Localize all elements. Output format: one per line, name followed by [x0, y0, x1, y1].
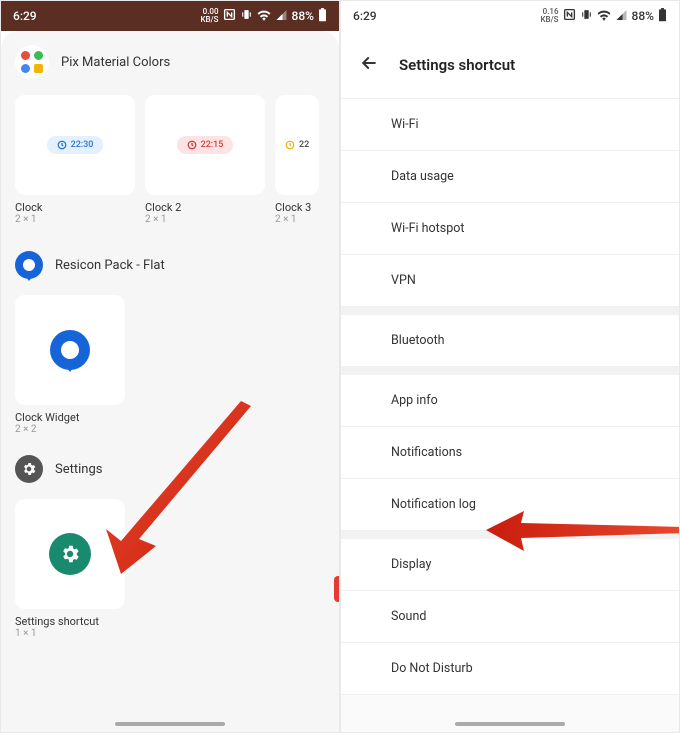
- settings-header: Settings shortcut: [341, 31, 679, 99]
- nav-handle[interactable]: [455, 722, 565, 726]
- list-item-app-info[interactable]: App info: [341, 375, 679, 427]
- battery-icon: [658, 8, 667, 25]
- resicon-large: [50, 330, 90, 370]
- battery-text: 88%: [632, 9, 654, 23]
- widget-clockwidget[interactable]: [15, 295, 125, 405]
- list-item-wifi-hotspot[interactable]: Wi-Fi hotspot: [341, 203, 679, 255]
- list-item-bluetooth[interactable]: Bluetooth: [341, 315, 679, 367]
- list-item-notification-log[interactable]: Notification log: [341, 479, 679, 531]
- wifi-icon: [257, 9, 271, 24]
- battery-icon: [318, 8, 327, 25]
- list-item-wifi[interactable]: Wi-Fi: [341, 99, 679, 151]
- widget-dim: 2 × 1: [15, 214, 135, 225]
- list-item-sound[interactable]: Sound: [341, 591, 679, 643]
- clock-pill-plain: 22: [275, 136, 319, 154]
- status-bar: 6:29 0.16 KB/S 88%: [341, 1, 679, 31]
- status-speed: 0.16 KB/S: [540, 8, 558, 24]
- status-time: 6:29: [353, 9, 377, 23]
- signal-icon: [615, 9, 628, 24]
- clock-pill-blue: 22:30: [47, 136, 104, 154]
- settings-icon: [15, 455, 43, 483]
- list-item-vpn[interactable]: VPN: [341, 255, 679, 307]
- clock-pill-red: 22:15: [177, 136, 234, 154]
- settings-shortcut-icon: [49, 533, 91, 575]
- status-time: 6:29: [13, 9, 37, 23]
- app-title: Pix Material Colors: [61, 55, 170, 70]
- app-header-pixmaterial[interactable]: Pix Material Colors: [15, 45, 325, 79]
- nfc-icon: [563, 8, 576, 24]
- page-title: Settings shortcut: [399, 56, 515, 74]
- list-item-display[interactable]: Display: [341, 539, 679, 591]
- battery-text: 88%: [292, 9, 314, 23]
- widget-sheet[interactable]: Pix Material Colors 22:30 22:15 22: [1, 31, 339, 732]
- status-bar: 6:29 0.00 KB/S 88%: [1, 1, 339, 31]
- widget-name: Clock: [15, 201, 135, 214]
- vibrate-icon: [580, 8, 593, 24]
- nav-handle[interactable]: [115, 722, 225, 726]
- app-header-resicon[interactable]: Resicon Pack - Flat: [15, 251, 325, 279]
- pixmaterial-icon: [15, 45, 49, 79]
- nfc-icon: [223, 8, 236, 24]
- widget-settings-shortcut[interactable]: [15, 499, 125, 609]
- list-item-data-usage[interactable]: Data usage: [341, 151, 679, 203]
- list-item-notifications[interactable]: Notifications: [341, 427, 679, 479]
- scroll-indicator: [334, 576, 339, 602]
- wifi-icon: [597, 9, 611, 24]
- left-phone: 6:29 0.00 KB/S 88%: [0, 0, 340, 733]
- resicon-icon: [15, 251, 43, 279]
- signal-icon: [275, 9, 288, 24]
- status-speed: 0.00 KB/S: [200, 8, 218, 24]
- widget-clock-2[interactable]: 22:15: [145, 95, 265, 195]
- right-phone: 6:29 0.16 KB/S 88%: [340, 0, 680, 733]
- vibrate-icon: [240, 8, 253, 24]
- back-icon[interactable]: [359, 53, 379, 77]
- settings-list[interactable]: Wi-Fi Data usage Wi-Fi hotspot VPN Bluet…: [341, 99, 679, 695]
- widget-clock-3[interactable]: 22: [275, 95, 319, 195]
- list-item-dnd[interactable]: Do Not Disturb: [341, 643, 679, 695]
- app-header-settings[interactable]: Settings: [15, 455, 325, 483]
- widget-clock-1[interactable]: 22:30: [15, 95, 135, 195]
